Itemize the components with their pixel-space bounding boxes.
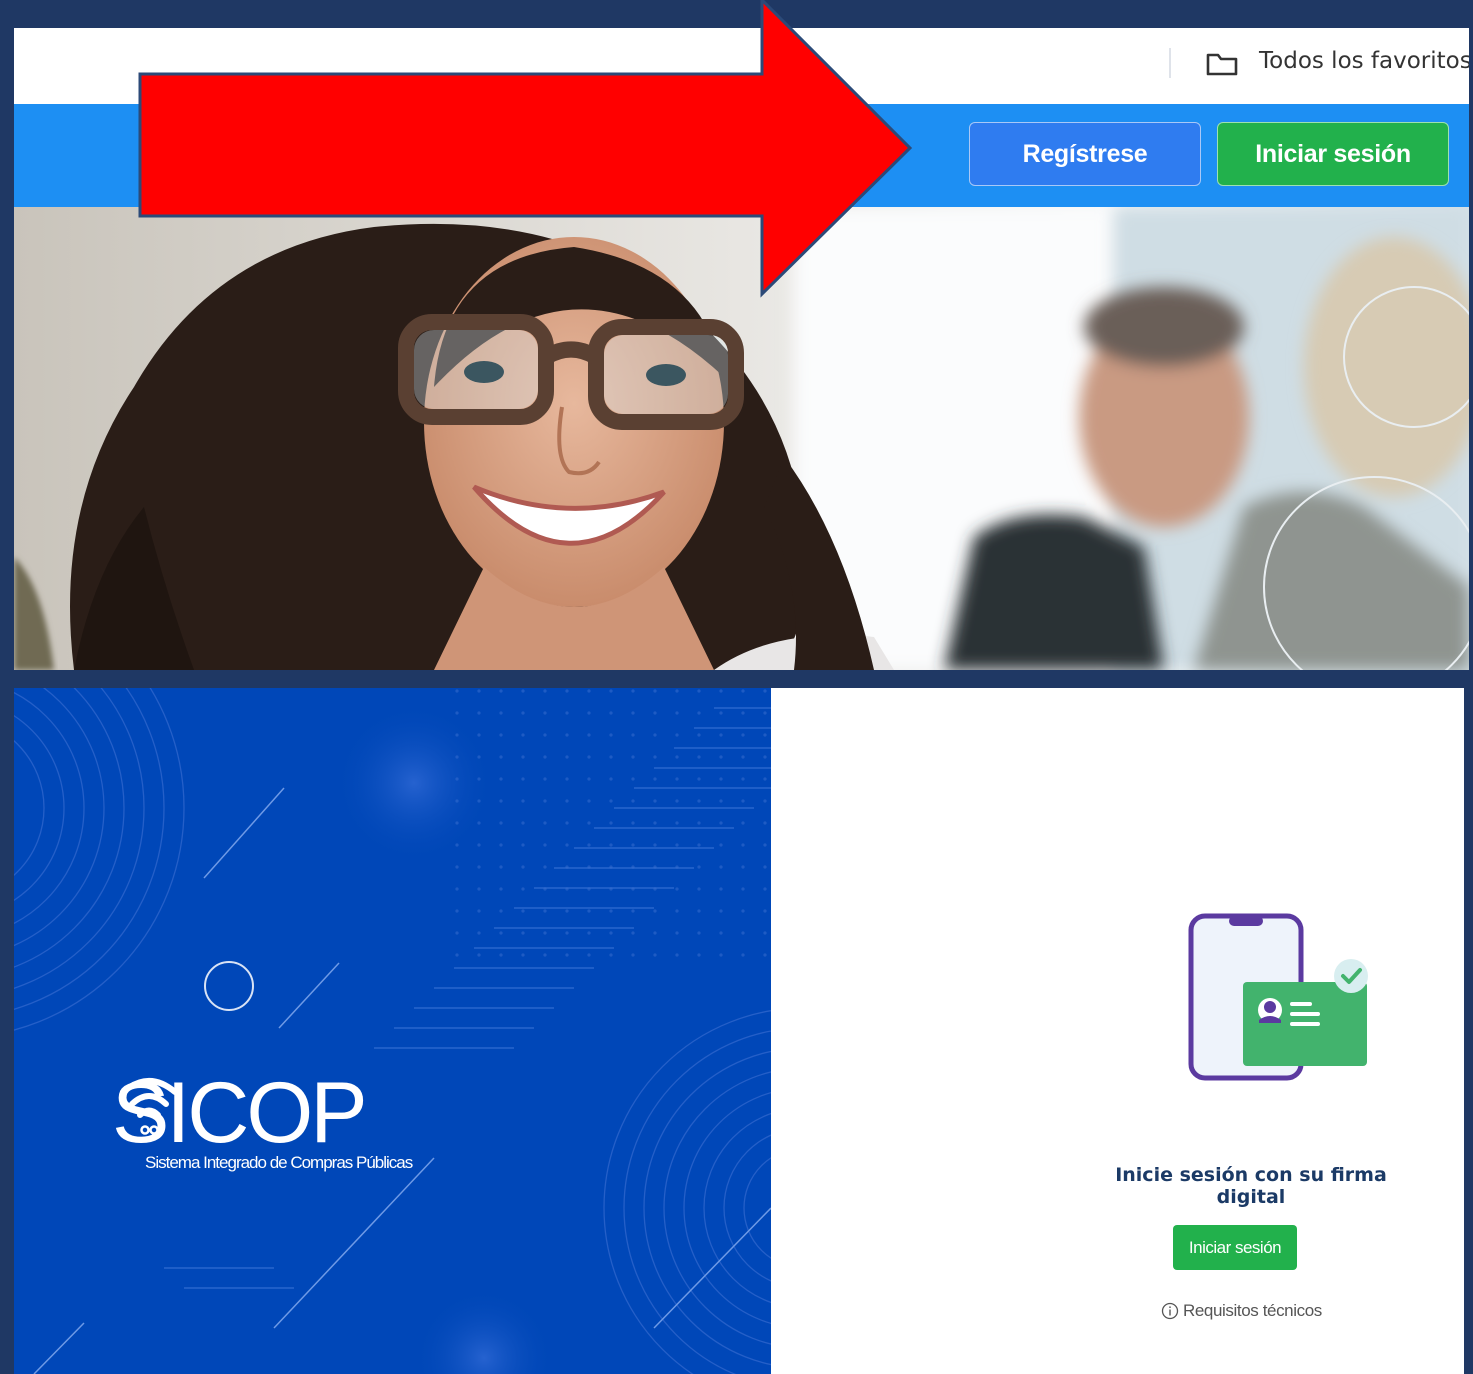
info-icon bbox=[1161, 1302, 1179, 1320]
technical-requirements-label: Requisitos técnicos bbox=[1183, 1301, 1322, 1320]
bookmarks-separator bbox=[1169, 48, 1171, 78]
sicop-subtitle: Sistema Integrado de Compras Públicas bbox=[145, 1153, 413, 1172]
login-heading-text: Inicie sesión con su firma digital bbox=[1115, 1164, 1387, 1208]
digital-signature-login-button[interactable]: Iniciar sesión bbox=[1173, 1225, 1297, 1270]
login-button[interactable]: Iniciar sesión bbox=[1217, 122, 1449, 186]
sicop-logo-text: SICOP bbox=[112, 1065, 368, 1161]
sicop-brand-panel: SICOP Sistema Integrado de Compras Públi… bbox=[14, 688, 771, 1374]
digital-id-phone-icon bbox=[1188, 913, 1368, 1081]
register-button[interactable]: Regístrese bbox=[969, 122, 1201, 186]
decorative-background bbox=[14, 688, 771, 1374]
login-heading: Inicie sesión con su firma digital bbox=[771, 1164, 1464, 1208]
login-panel: Inicie sesión con su firma digital Inici… bbox=[771, 688, 1464, 1374]
red-arrow-annotation bbox=[138, 0, 913, 298]
technical-requirements-link[interactable]: Requisitos técnicos bbox=[1161, 1301, 1322, 1321]
all-bookmarks-link[interactable]: Todos los favoritos bbox=[1259, 48, 1469, 74]
folder-icon bbox=[1206, 53, 1238, 76]
